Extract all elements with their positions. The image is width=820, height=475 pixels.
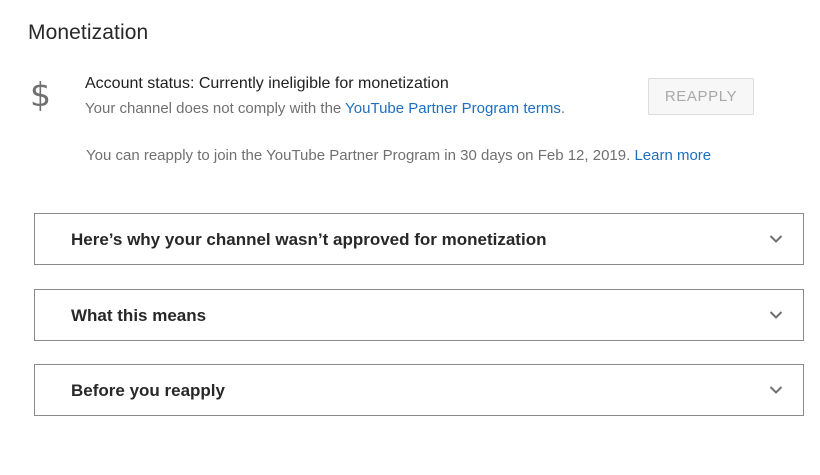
learn-more-link[interactable]: Learn more (634, 147, 711, 164)
panel-title: Before you reapply (71, 381, 225, 400)
description-prefix: Your channel does not comply with the (85, 100, 346, 117)
reapply-note-text: You can reapply to join the YouTube Part… (86, 147, 635, 164)
panel-why-not-approved[interactable]: Here’s why your channel wasn’t approved … (34, 213, 804, 265)
reapply-button[interactable]: REAPPLY (648, 78, 754, 115)
description-suffix: . (560, 100, 565, 117)
page-title: Monetization (28, 21, 149, 44)
account-status-title: Account status: Currently ineligible for… (85, 75, 449, 92)
account-status-description: Your channel does not comply with the Yo… (85, 100, 565, 117)
chevron-down-icon (769, 386, 783, 394)
reapply-note: You can reapply to join the YouTube Part… (86, 147, 711, 164)
panel-what-this-means[interactable]: What this means (34, 289, 804, 341)
chevron-down-icon (769, 235, 783, 243)
dollar-icon: $ (30, 75, 51, 114)
partner-program-terms-link[interactable]: YouTube Partner Program terms (345, 100, 561, 117)
panel-title: What this means (71, 306, 207, 325)
panel-before-you-reapply[interactable]: Before you reapply (34, 364, 804, 416)
panel-title: Here’s why your channel wasn’t approved … (71, 230, 547, 249)
chevron-down-icon (769, 311, 783, 319)
